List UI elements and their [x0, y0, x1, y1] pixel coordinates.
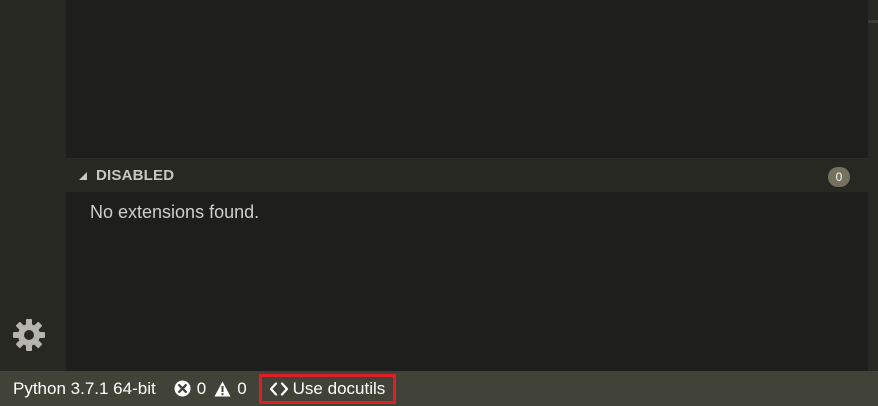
use-docutils-item[interactable]: Use docutils	[258, 373, 397, 404]
extensions-list-pane	[66, 0, 868, 158]
status-bar: Python 3.7.1 64-bit 0 0 Use docutils	[0, 371, 878, 406]
use-docutils-label: Use docutils	[292, 378, 386, 398]
triangle-down-icon	[77, 169, 91, 183]
interpreter-label: Python 3.7.1 64-bit	[13, 378, 156, 398]
scrollbar-marker	[868, 20, 878, 23]
problems-item[interactable]: 0 0	[174, 371, 255, 406]
scrollbar-track[interactable]	[868, 0, 878, 371]
code-brackets-icon	[269, 381, 288, 396]
gear-icon[interactable]	[10, 316, 48, 354]
errors-count: 0	[196, 378, 207, 398]
python-interpreter-item[interactable]: Python 3.7.1 64-bit	[13, 371, 156, 406]
count-badge: 0	[828, 167, 850, 187]
warnings-count: 0	[237, 378, 247, 398]
disabled-section-header[interactable]: DISABLED 0	[66, 158, 868, 192]
error-circle-icon	[174, 380, 191, 397]
activity-bar	[0, 0, 66, 371]
empty-message: No extensions found.	[90, 202, 260, 222]
section-title: DISABLED	[96, 167, 175, 184]
extensions-sidebar: DISABLED 0 No extensions found.	[66, 0, 868, 371]
vscode-window: DISABLED 0 No extensions found. Python 3…	[0, 0, 878, 406]
warning-triangle-icon	[214, 381, 231, 397]
